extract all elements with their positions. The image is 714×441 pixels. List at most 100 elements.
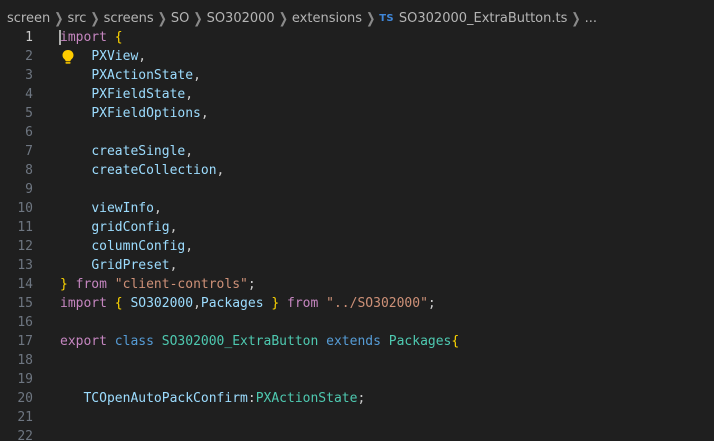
code-token: , xyxy=(185,87,194,102)
code-token: } xyxy=(60,277,68,292)
line-number: 14 xyxy=(17,277,33,292)
code-line[interactable]: 6 xyxy=(0,123,714,142)
code-lines[interactable]: 1 import {2 PXView, 3 PXActionState, 4 PXFi… xyxy=(0,28,714,441)
code-line[interactable]: 4 PXFieldState, xyxy=(0,85,714,104)
chevron-right-icon: ❯ xyxy=(193,9,203,27)
line-number: 16 xyxy=(17,315,33,330)
chevron-right-icon: ❯ xyxy=(54,9,64,27)
code-line[interactable]: 16 xyxy=(0,313,714,332)
code-line[interactable]: 9 xyxy=(0,180,714,199)
line-number: 10 xyxy=(17,201,33,216)
breadcrumb-item-symbols[interactable]: ... xyxy=(585,11,597,26)
breadcrumb-item-file[interactable]: SO302000_ExtraButton.ts xyxy=(399,11,567,26)
code-token: from xyxy=(75,277,107,292)
code-line[interactable]: 5 PXFieldOptions, xyxy=(0,104,714,123)
code-line[interactable]: 18 xyxy=(0,351,714,370)
code-token: ; xyxy=(357,391,366,406)
line-number: 4 xyxy=(25,87,33,102)
code-line[interactable]: 2 PXView, xyxy=(0,47,714,66)
code-token: , xyxy=(193,68,201,83)
code-token: ; xyxy=(427,296,436,311)
code-text: createCollection, xyxy=(60,161,224,180)
code-token: gridConfig xyxy=(91,220,170,235)
line-number: 11 xyxy=(17,220,33,235)
line-number: 1 xyxy=(25,30,33,45)
code-token: GridPreset xyxy=(91,258,170,273)
code-token: TCOpenAutoPackConfirm xyxy=(83,391,248,406)
breadcrumb-item-so302000[interactable]: SO302000 xyxy=(207,11,275,26)
code-line[interactable]: 10 viewInfo, xyxy=(0,199,714,218)
code-line[interactable]: 17 export class SO302000_ExtraButton exte… xyxy=(0,332,714,351)
code-line[interactable]: 12 columnConfig, xyxy=(0,237,714,256)
chevron-right-icon: ❯ xyxy=(278,9,288,27)
text-cursor xyxy=(59,30,61,45)
code-token: , xyxy=(185,144,194,159)
breadcrumb-item-src[interactable]: src xyxy=(67,11,86,26)
line-number: 13 xyxy=(17,258,33,273)
code-line[interactable]: 8 createCollection, xyxy=(0,161,714,180)
code-text: export class SO302000_ExtraButton extend… xyxy=(60,332,459,351)
code-text: viewInfo, xyxy=(60,199,161,218)
code-token: , xyxy=(138,49,147,64)
line-number: 18 xyxy=(17,353,33,368)
code-text: columnConfig, xyxy=(60,237,193,256)
typescript-file-icon: TS xyxy=(379,12,394,24)
code-token: export xyxy=(60,334,107,349)
code-line[interactable]: 13 GridPreset, xyxy=(0,256,714,275)
chevron-right-icon: ❯ xyxy=(157,9,167,27)
code-token: PXFieldOptions xyxy=(91,106,201,121)
code-line[interactable]: 19 xyxy=(0,370,714,389)
code-token: import xyxy=(60,30,107,45)
code-token: columnConfig xyxy=(91,239,186,254)
code-line[interactable]: 7 createSingle, xyxy=(0,142,714,161)
line-number: 6 xyxy=(25,125,33,140)
code-token: } xyxy=(271,296,280,311)
code-line[interactable]: 14} from "client-controls"; xyxy=(0,275,714,294)
code-token: ; xyxy=(247,277,256,292)
line-number: 17 xyxy=(17,334,33,349)
code-token: from xyxy=(287,296,319,311)
code-line[interactable]: 3 PXActionState, xyxy=(0,66,714,85)
code-token: , xyxy=(169,258,178,273)
code-token: viewInfo xyxy=(91,201,154,216)
code-line[interactable]: 22 xyxy=(0,427,714,441)
code-text: import { SO302000,Packages } from "../SO… xyxy=(60,294,436,313)
code-token: SO302000_ExtraButton xyxy=(161,334,319,349)
code-text: TCOpenAutoPackConfirm:PXActionState; xyxy=(60,389,365,408)
line-number: 22 xyxy=(17,429,33,441)
code-token: : xyxy=(247,391,256,406)
breadcrumb-item-screen[interactable]: screen xyxy=(7,11,50,26)
code-text: import { xyxy=(60,28,123,47)
line-number: 3 xyxy=(25,68,33,83)
code-line[interactable]: 1 import { xyxy=(0,28,714,47)
breadcrumb-item-so[interactable]: SO xyxy=(171,11,189,26)
code-line[interactable]: 20 TCOpenAutoPackConfirm:PXActionState; xyxy=(0,389,714,408)
breadcrumb-item-screens[interactable]: screens xyxy=(104,11,154,26)
code-line[interactable]: 15 import { SO302000,Packages } from "../… xyxy=(0,294,714,313)
line-number: 21 xyxy=(17,410,33,425)
chevron-right-icon: ❯ xyxy=(90,9,100,27)
code-token: Packages xyxy=(200,296,264,311)
line-number: 9 xyxy=(25,182,33,197)
code-token: PXFieldState xyxy=(91,87,186,102)
lightbulb-icon[interactable] xyxy=(61,49,75,65)
code-line[interactable]: 21 xyxy=(0,408,714,427)
breadcrumb-item-extensions[interactable]: extensions xyxy=(292,11,362,26)
chevron-right-icon: ❯ xyxy=(571,9,581,27)
code-token: PXActionState xyxy=(255,391,358,406)
code-line[interactable]: 11 gridConfig, xyxy=(0,218,714,237)
code-token: { xyxy=(114,296,123,311)
line-number: 19 xyxy=(17,372,33,387)
code-text: gridConfig, xyxy=(60,218,177,237)
